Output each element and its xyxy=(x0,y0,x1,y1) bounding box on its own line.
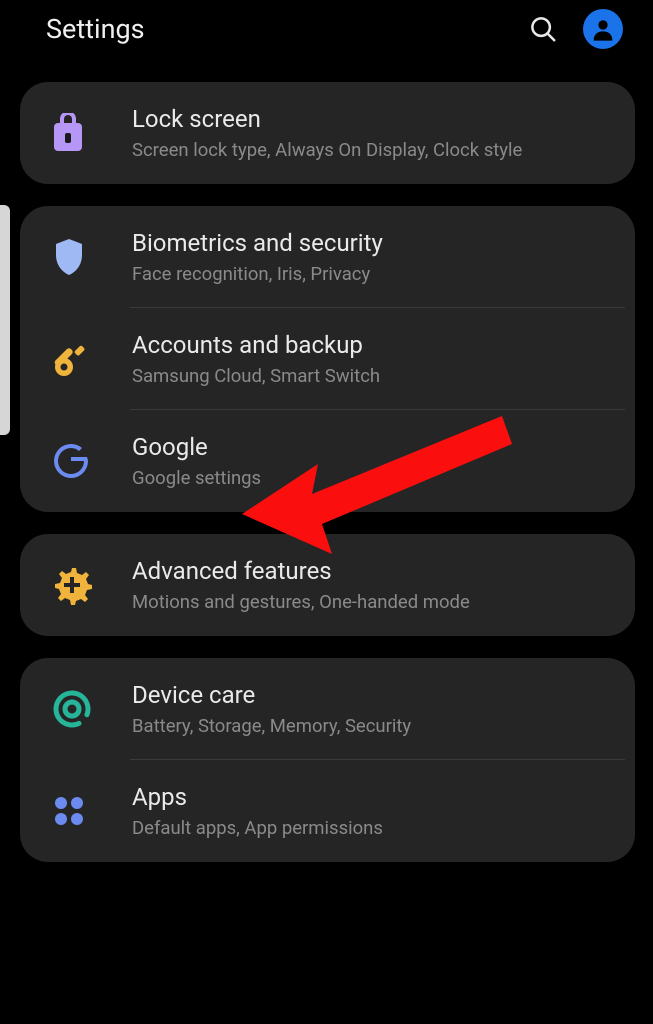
page-title: Settings xyxy=(46,13,521,45)
settings-group: Device care Battery, Storage, Memory, Se… xyxy=(20,658,635,862)
item-title: Accounts and backup xyxy=(132,330,615,360)
gear-plus-icon xyxy=(42,565,132,605)
item-subtitle: Motions and gestures, One-handed mode xyxy=(132,590,615,614)
item-title: Biometrics and security xyxy=(132,228,615,258)
settings-group: Advanced features Motions and gestures, … xyxy=(20,534,635,636)
settings-item-accounts[interactable]: Accounts and backup Samsung Cloud, Smart… xyxy=(20,308,635,410)
profile-button[interactable] xyxy=(583,9,623,49)
item-subtitle: Screen lock type, Always On Display, Clo… xyxy=(132,138,615,162)
device-care-icon xyxy=(42,689,132,729)
app-header: Settings xyxy=(0,0,653,64)
settings-item-lock-screen[interactable]: Lock screen Screen lock type, Always On … xyxy=(20,82,635,184)
settings-list: Lock screen Screen lock type, Always On … xyxy=(0,64,653,862)
apps-grid-icon xyxy=(42,794,132,828)
item-title: Google xyxy=(132,432,615,462)
settings-item-google[interactable]: Google Google settings xyxy=(20,410,635,512)
item-title: Apps xyxy=(132,782,615,812)
lock-icon xyxy=(42,113,132,153)
google-g-icon xyxy=(42,442,132,480)
search-icon xyxy=(528,14,558,44)
settings-group: Lock screen Screen lock type, Always On … xyxy=(20,82,635,184)
item-subtitle: Google settings xyxy=(132,466,615,490)
item-subtitle: Default apps, App permissions xyxy=(132,816,615,840)
profile-icon xyxy=(589,15,617,43)
settings-group: Biometrics and security Face recognition… xyxy=(20,206,635,512)
settings-item-apps[interactable]: Apps Default apps, App permissions xyxy=(20,760,635,862)
scrollbar-thumb[interactable] xyxy=(0,205,10,435)
shield-icon xyxy=(42,237,132,277)
settings-item-device-care[interactable]: Device care Battery, Storage, Memory, Se… xyxy=(20,658,635,760)
key-icon xyxy=(42,339,132,379)
item-subtitle: Battery, Storage, Memory, Security xyxy=(132,714,615,738)
search-button[interactable] xyxy=(521,7,565,51)
settings-item-biometrics[interactable]: Biometrics and security Face recognition… xyxy=(20,206,635,308)
item-title: Device care xyxy=(132,680,615,710)
item-title: Advanced features xyxy=(132,556,615,586)
item-subtitle: Samsung Cloud, Smart Switch xyxy=(132,364,615,388)
settings-item-advanced[interactable]: Advanced features Motions and gestures, … xyxy=(20,534,635,636)
item-subtitle: Face recognition, Iris, Privacy xyxy=(132,262,615,286)
item-title: Lock screen xyxy=(132,104,615,134)
